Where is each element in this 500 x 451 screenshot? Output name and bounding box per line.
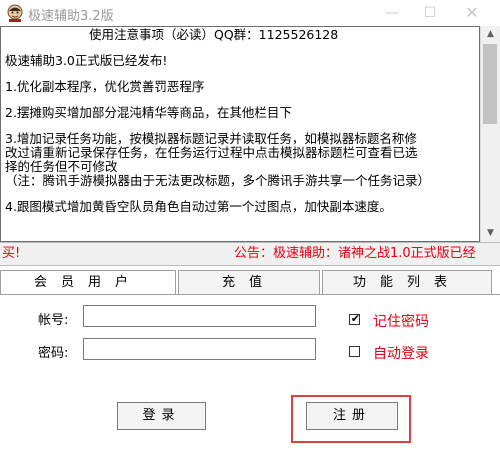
scroll-down-icon[interactable]: ▼ [481,225,500,242]
scroll-thumb[interactable] [483,44,497,124]
announcement-bar: 买! 公告：极速辅助：诸神之战1.0正式版已经 [0,242,500,266]
note-line: 改过请重新记录保存任务，在任务运行过程中点击模拟器标题栏可查看已选 [5,145,418,160]
notes-scrollbar[interactable]: ▲ ▼ [480,26,500,242]
minimize-button[interactable]: — [378,2,406,24]
note-line: 3.增加记录任务功能，按模拟器标题记录并读取任务，如模拟器标题名称修 [5,131,417,146]
checkmark-icon: ✔ [350,312,361,325]
announcement-text: 公告：极速辅助：诸神之战1.0正式版已经 [234,246,476,261]
auto-login-checkbox[interactable] [349,346,360,357]
note-line: 4.跟图模式增加黄昏空队员角色自动过第一个过图点，加快副本速度。 [5,199,392,214]
account-input[interactable] [83,305,316,327]
note-line: 2.摆摊购买增加部分混沌精华等商品，在其他栏目下 [5,105,292,120]
window-title: 极速辅助3.2版 [28,9,114,24]
note-line: 1.优化副本程序，优化赏善罚恶程序 [5,79,205,94]
password-label: 密码: [38,346,69,361]
close-button[interactable]: ✕ [458,2,486,24]
tab-bar: 会员用户 充值 功能列表 [0,270,500,295]
remember-password-label[interactable]: 记住密码 [373,311,429,331]
login-button[interactable]: 登录 [117,402,206,430]
login-panel: 帐号: 密码: ✔ 记住密码 自动登录 登录 注册 [0,294,500,451]
tab-feature-list[interactable]: 功能列表 [322,270,492,294]
announcement-tail: 买! [2,246,21,261]
tab-recharge[interactable]: 充值 [178,270,320,294]
password-input[interactable] [83,338,316,360]
note-line: （注：腾讯手游模拟器由于无法更改标题，多个腾讯手游共享一个任务记录） [5,173,431,188]
monk-avatar-icon [7,4,23,22]
notes-title: 使用注意事项（必读）QQ群：1125526128 [89,27,339,42]
auto-login-label[interactable]: 自动登录 [373,343,429,363]
account-label: 帐号: [38,313,69,328]
note-line: 择的任务但不可修改 [5,159,118,174]
maximize-button[interactable]: ☐ [416,2,444,24]
remember-password-checkbox[interactable]: ✔ [349,312,361,325]
notes-textarea[interactable]: 使用注意事项（必读）QQ群：1125526128 极速辅助3.0正式版已经发布!… [0,26,480,242]
title-bar: 极速辅助3.2版 — ☐ ✕ [0,0,500,26]
note-line: 极速辅助3.0正式版已经发布! [5,53,168,68]
register-button[interactable]: 注册 [306,402,398,430]
scroll-up-icon[interactable]: ▲ [481,26,500,43]
tab-member-user[interactable]: 会员用户 [0,270,176,295]
